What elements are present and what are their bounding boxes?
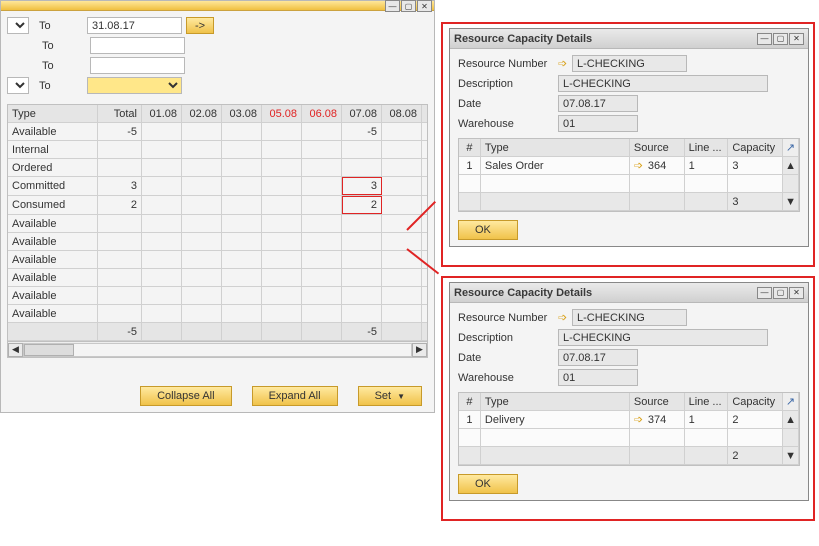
detail-grid-1: # Type Source Line ... Capacity ↗ 1 Sale…	[458, 138, 800, 212]
resource-number-field[interactable]	[572, 55, 687, 72]
popup-committed: Resource Capacity Details — ▢ ✕ Resource…	[449, 28, 809, 247]
grid-header: 02.08	[182, 105, 222, 122]
ok-button[interactable]: OK	[458, 474, 518, 494]
grid-row[interactable]: Committed33	[8, 177, 427, 196]
scroll-right-button[interactable]: ▶	[412, 343, 427, 357]
grid-row[interactable]: Available	[8, 215, 427, 233]
link-arrow-icon[interactable]	[558, 312, 569, 323]
to-label-4: To	[33, 80, 83, 92]
scroll-left-button[interactable]: ◀	[8, 343, 23, 357]
popup1-close[interactable]: ✕	[789, 33, 804, 45]
popup-title: Resource Capacity Details	[454, 33, 757, 45]
grid-row[interactable]: Available	[8, 233, 427, 251]
date-field[interactable]	[558, 349, 638, 366]
to-input-3[interactable]	[90, 57, 185, 74]
to-input-2[interactable]	[90, 37, 185, 54]
desc-label: Description	[458, 78, 558, 90]
description-field[interactable]	[558, 329, 768, 346]
grid-header: Total	[98, 105, 142, 122]
to-label-2: To	[36, 40, 86, 52]
grid-scrollbar[interactable]: ◀ ▶	[8, 341, 427, 357]
expand-icon[interactable]: ↗	[786, 395, 795, 408]
col-source: Source	[630, 139, 685, 156]
date-label: Date	[458, 98, 558, 110]
desc-label: Description	[458, 332, 558, 344]
col-source: Source	[630, 393, 685, 410]
grid-row[interactable]: Available	[8, 251, 427, 269]
date-field[interactable]	[558, 95, 638, 112]
warehouse-field[interactable]	[558, 369, 638, 386]
popup1-maximize[interactable]: ▢	[773, 33, 788, 45]
popup2-maximize[interactable]: ▢	[773, 287, 788, 299]
to-select-4[interactable]	[87, 77, 182, 94]
popup1-minimize[interactable]: —	[757, 33, 772, 45]
col-num: #	[459, 139, 481, 156]
grid-header: 06.08	[302, 105, 342, 122]
close-button[interactable]: ✕	[417, 0, 432, 12]
grid-header: 03.08	[222, 105, 262, 122]
grid-row[interactable]: Ordered	[8, 159, 427, 177]
res-label: Resource Number	[458, 312, 558, 324]
popup-title: Resource Capacity Details	[454, 287, 757, 299]
col-num: #	[459, 393, 481, 410]
scroll-up-icon[interactable]: ▲	[785, 414, 796, 426]
collapse-all-button[interactable]: Collapse All	[140, 386, 231, 406]
maximize-button[interactable]: ▢	[401, 0, 416, 12]
detail-grid-2: # Type Source Line ... Capacity ↗ 1 Deli…	[458, 392, 800, 466]
from-select-4[interactable]	[7, 77, 29, 94]
capacity-total: 2	[728, 447, 783, 464]
grid-row[interactable]: Consumed22	[8, 196, 427, 215]
wh-label: Warehouse	[458, 372, 558, 384]
col-type: Type	[481, 393, 630, 410]
link-arrow-icon[interactable]	[634, 414, 645, 425]
description-field[interactable]	[558, 75, 768, 92]
grid-header: 07.08	[342, 105, 382, 122]
capacity-grid: TypeTotal01.0802.0803.0805.0806.0807.080…	[7, 104, 428, 358]
popup-consumed: Resource Capacity Details — ▢ ✕ Resource…	[449, 282, 809, 501]
main-window: — ▢ ✕ To -> To To To TypeTotal01.0	[0, 0, 435, 413]
popup2-minimize[interactable]: —	[757, 287, 772, 299]
expand-all-button[interactable]: Expand All	[252, 386, 338, 406]
wh-label: Warehouse	[458, 118, 558, 130]
link-arrow-icon[interactable]	[634, 160, 645, 171]
col-line: Line ...	[685, 393, 729, 410]
resource-number-field[interactable]	[572, 309, 687, 326]
to-date-input[interactable]	[87, 17, 182, 34]
grid-row[interactable]: Available	[8, 269, 427, 287]
grid-header: Type	[8, 105, 98, 122]
grid-header: 05.08	[262, 105, 302, 122]
grid-header: 08.08	[382, 105, 422, 122]
go-button[interactable]: ->	[186, 17, 214, 34]
popup2-close[interactable]: ✕	[789, 287, 804, 299]
grid-row[interactable]: Internal	[8, 141, 427, 159]
ok-button[interactable]: OK	[458, 220, 518, 240]
detail-row[interactable]: 1 Sales Order 364 1 3 ▲	[459, 157, 799, 175]
set-dropdown-button[interactable]: Set▼	[358, 386, 422, 406]
link-arrow-icon[interactable]	[558, 58, 569, 69]
to-label-3: To	[36, 60, 86, 72]
from-select-1[interactable]	[7, 17, 29, 34]
grid-header: 01.08	[142, 105, 182, 122]
scroll-up-icon[interactable]: ▲	[785, 160, 796, 172]
titlebar: — ▢ ✕	[1, 1, 434, 11]
col-line: Line ...	[685, 139, 729, 156]
col-capacity: Capacity	[728, 139, 783, 156]
grid-row[interactable]: Available	[8, 305, 427, 323]
col-capacity: Capacity	[728, 393, 783, 410]
col-type: Type	[481, 139, 630, 156]
scroll-down-icon[interactable]: ▼	[785, 450, 796, 462]
scroll-down-icon[interactable]: ▼	[785, 196, 796, 208]
warehouse-field[interactable]	[558, 115, 638, 132]
minimize-button[interactable]: —	[385, 0, 400, 12]
expand-icon[interactable]: ↗	[786, 141, 795, 154]
date-label: Date	[458, 352, 558, 364]
to-label: To	[33, 20, 83, 32]
grid-row[interactable]: Available-5-5	[8, 123, 427, 141]
res-label: Resource Number	[458, 58, 558, 70]
detail-row[interactable]: 1 Delivery 374 1 2 ▲	[459, 411, 799, 429]
capacity-total: 3	[728, 193, 783, 210]
grid-row[interactable]: Available	[8, 287, 427, 305]
